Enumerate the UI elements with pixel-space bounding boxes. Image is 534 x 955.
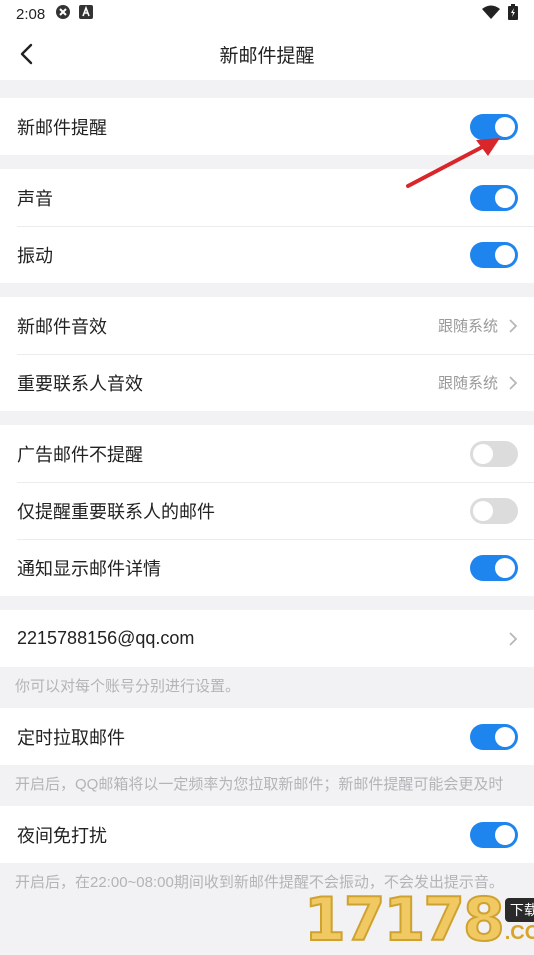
- row-label: 广告邮件不提醒: [17, 444, 143, 465]
- group-filters: 广告邮件不提醒 仅提醒重要联系人的邮件 通知显示邮件详情: [0, 425, 534, 596]
- row-value: 跟随系统: [437, 318, 498, 335]
- group-night-mode: 夜间免打扰: [0, 806, 534, 863]
- row-no-ad-alert: 广告邮件不提醒: [0, 425, 534, 482]
- timed-fetch-hint: 开启后，QQ邮箱将以一定频率为您拉取新邮件；新邮件提醒可能会更及时: [15, 776, 504, 793]
- row-sound: 声音: [0, 169, 534, 226]
- row-label: 声音: [17, 188, 53, 209]
- row-label: 重要联系人音效: [17, 373, 143, 394]
- chevron-right-icon: [509, 631, 518, 646]
- watermark-domain: .COM: [504, 922, 534, 944]
- row-label: 夜间免打扰: [17, 825, 107, 846]
- battery-icon: [508, 4, 518, 24]
- new-mail-alert-toggle[interactable]: [470, 113, 518, 140]
- notification-a-icon: [79, 5, 94, 23]
- row-value: 跟随系统: [437, 375, 498, 392]
- group-sound-vibrate: 声音 振动: [0, 169, 534, 283]
- row-label: 新邮件提醒: [17, 117, 107, 138]
- site-watermark: 17178 下载站 .COM: [303, 885, 534, 955]
- row-night-mode: 夜间免打扰: [0, 806, 534, 863]
- vibrate-toggle[interactable]: [470, 241, 518, 268]
- status-bar: 2:08: [0, 0, 534, 28]
- row-label: 仅提醒重要联系人的邮件: [17, 501, 215, 522]
- row-label: 振动: [17, 245, 53, 266]
- row-label: 新邮件音效: [17, 316, 107, 337]
- group-new-mail: 新邮件提醒: [0, 98, 534, 155]
- watermark-tag: 下载站: [504, 898, 534, 922]
- group-sound-effects: 新邮件音效 跟随系统 重要联系人音效 跟随系统: [0, 297, 534, 411]
- back-icon[interactable]: [14, 40, 42, 68]
- app-notification-icon: [55, 4, 71, 24]
- page-title: 新邮件提醒: [219, 45, 315, 67]
- row-label: 通知显示邮件详情: [17, 558, 161, 579]
- chevron-right-icon: [509, 375, 518, 390]
- status-time: 2:08: [16, 5, 46, 23]
- account-hint: 你可以对每个账号分别进行设置。: [15, 678, 241, 695]
- timed-fetch-toggle[interactable]: [470, 723, 518, 750]
- sound-toggle[interactable]: [470, 184, 518, 211]
- row-new-mail-alert: 新邮件提醒: [0, 98, 534, 155]
- row-vip-only: 仅提醒重要联系人的邮件: [0, 482, 534, 539]
- group-timed-fetch: 定时拉取邮件: [0, 708, 534, 765]
- group-account: 2215788156@qq.com: [0, 610, 534, 667]
- row-show-detail: 通知显示邮件详情: [0, 539, 534, 596]
- row-vip-sound[interactable]: 重要联系人音效 跟随系统: [0, 354, 534, 411]
- wifi-icon: [482, 5, 500, 23]
- row-vibrate: 振动: [0, 226, 534, 283]
- chevron-right-icon: [509, 318, 518, 333]
- night-mode-toggle[interactable]: [470, 821, 518, 848]
- nav-bar: 新邮件提醒: [0, 28, 534, 80]
- row-new-mail-sound[interactable]: 新邮件音效 跟随系统: [0, 297, 534, 354]
- account-email: 2215788156@qq.com: [17, 628, 195, 648]
- row-timed-fetch: 定时拉取邮件: [0, 708, 534, 765]
- no-ad-alert-toggle[interactable]: [470, 440, 518, 467]
- watermark-number: 17178: [303, 885, 506, 955]
- show-detail-toggle[interactable]: [470, 554, 518, 581]
- row-label: 定时拉取邮件: [17, 727, 125, 748]
- vip-only-toggle[interactable]: [470, 497, 518, 524]
- row-account[interactable]: 2215788156@qq.com: [0, 610, 534, 667]
